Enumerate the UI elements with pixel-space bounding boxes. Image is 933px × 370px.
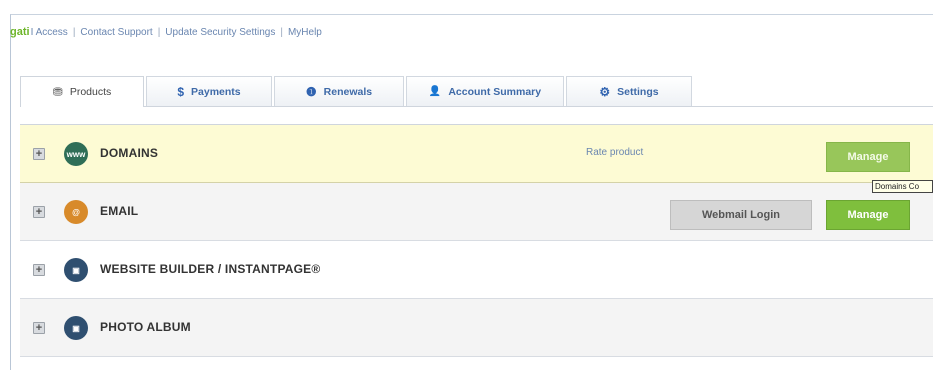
product-title: PHOTO ALBUM: [100, 320, 191, 334]
tab-renewals[interactable]: ❶ Renewals: [274, 76, 404, 106]
update-security-settings-link[interactable]: Update Security Settings: [165, 27, 275, 38]
tab-settings[interactable]: ⚙ Settings: [566, 76, 692, 106]
info-icon: ❶: [305, 84, 317, 99]
tab-label: Settings: [617, 85, 659, 98]
access-link[interactable]: I Access: [31, 27, 68, 38]
manage-button[interactable]: Manage: [826, 142, 910, 172]
product-row-domains: + www DOMAINS Rate product Manage: [20, 125, 933, 183]
email-icon: @: [64, 200, 88, 224]
contact-support-link[interactable]: Contact Support: [80, 27, 152, 38]
expand-icon[interactable]: +: [33, 322, 45, 334]
tab-payments[interactable]: $ Payments: [146, 76, 272, 106]
tab-account-summary[interactable]: 👤 Account Summary: [406, 76, 564, 106]
product-title: EMAIL: [100, 204, 139, 218]
product-title: DOMAINS: [100, 146, 159, 160]
tab-bar: ⛃ Products $ Payments ❶ Renewals 👤 Accou…: [20, 76, 933, 107]
tab-label: Products: [69, 86, 112, 98]
expand-icon[interactable]: +: [33, 206, 45, 218]
product-row-website-builder: + ▣ WEBSITE BUILDER / INSTANTPAGE®: [20, 241, 933, 299]
tab-label: Payments: [191, 85, 241, 98]
website-builder-icon: ▣: [64, 258, 88, 282]
user-icon: 👤: [428, 86, 442, 97]
top-links-bar: gatiI Access | Contact Support | Update Secu…: [10, 26, 322, 42]
manage-button[interactable]: Manage: [826, 200, 910, 230]
www-globe-icon: www: [64, 142, 88, 166]
rate-product-link[interactable]: Rate product: [586, 147, 643, 158]
product-row-email: + @ EMAIL Webmail Login Manage: [20, 183, 933, 241]
separator: |: [280, 27, 283, 38]
tab-products[interactable]: ⛃ Products: [20, 76, 144, 107]
myhelp-link[interactable]: MyHelp: [288, 27, 322, 38]
webmail-login-button[interactable]: Webmail Login: [670, 200, 812, 230]
separator: |: [72, 27, 76, 38]
gift-icon: ⛃: [52, 85, 63, 99]
product-title: WEBSITE BUILDER / INSTANTPAGE®: [100, 262, 321, 276]
tab-label: Renewals: [323, 85, 373, 98]
separator: |: [157, 27, 161, 38]
product-row-photo-album: + ▣ PHOTO ALBUM: [20, 299, 933, 357]
photo-album-icon: ▣: [64, 316, 88, 340]
brand-logo: gati: [10, 26, 30, 38]
expand-icon[interactable]: +: [33, 264, 45, 276]
tooltip: Domains Co: [872, 180, 933, 193]
product-list: + www DOMAINS Rate product Manage + @ EM…: [20, 124, 933, 370]
expand-icon[interactable]: +: [33, 148, 45, 160]
gear-icon: ⚙: [599, 84, 611, 99]
tab-label: Account Summary: [448, 85, 542, 98]
dollar-icon: $: [177, 84, 185, 99]
